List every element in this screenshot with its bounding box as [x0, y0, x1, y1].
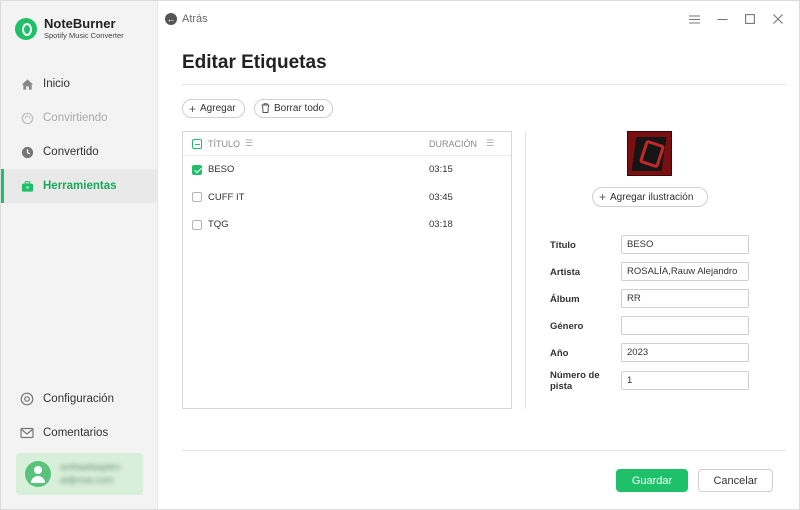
genre-label: Género: [550, 321, 584, 332]
app-window: NoteBurner Spotify Music Converter Inici…: [0, 0, 800, 510]
sidebar: NoteBurner Spotify Music Converter Inici…: [1, 1, 158, 509]
toolbox-icon: [20, 179, 34, 193]
sidebar-item-configuracion[interactable]: Configuración: [1, 382, 157, 416]
home-icon: [20, 77, 34, 91]
column-header-duration[interactable]: DURACIÓN: [429, 139, 477, 149]
track-duration: 03:15: [429, 164, 453, 176]
back-button[interactable]: ← Atrás: [165, 13, 208, 25]
album-field[interactable]: [621, 289, 749, 308]
table-row[interactable]: BESO 03:15: [183, 156, 511, 184]
artist-field[interactable]: [621, 262, 749, 281]
album-cover-image: [627, 131, 672, 176]
plus-icon: +: [189, 101, 197, 116]
mail-icon: [20, 426, 34, 440]
year-label: Año: [550, 348, 569, 359]
track-duration: 03:45: [429, 191, 453, 203]
add-button[interactable]: + Agregar: [182, 99, 245, 118]
back-arrow-icon: ←: [165, 13, 177, 25]
track-list-header: TÍTULO ☰ DURACIÓN ☰: [183, 132, 511, 156]
track-number-field[interactable]: [621, 371, 749, 390]
vertical-divider: [525, 131, 526, 409]
sidebar-item-label: Comentarios: [43, 427, 109, 439]
sidebar-bottom-nav: Configuración Comentarios: [1, 382, 157, 450]
sort-icon[interactable]: ☰: [245, 138, 253, 149]
app-name: NoteBurner: [44, 16, 116, 31]
sidebar-item-label: Herramientas: [43, 180, 117, 192]
sidebar-item-label: Convertido: [43, 146, 99, 158]
track-title: CUFF IT: [208, 191, 245, 203]
title-field[interactable]: [621, 235, 749, 254]
select-all-checkbox[interactable]: [192, 138, 202, 149]
sort-icon[interactable]: ☰: [486, 138, 494, 149]
maximize-icon[interactable]: [743, 12, 757, 26]
divider: [182, 84, 786, 85]
title-label: Título: [550, 240, 576, 251]
clock-icon: [20, 145, 34, 159]
minimize-icon[interactable]: [715, 12, 729, 26]
sidebar-item-convirtiendo[interactable]: Convirtiendo: [1, 101, 157, 135]
track-list: TÍTULO ☰ DURACIÓN ☰ BESO 03:15 CUFF IT 0…: [182, 131, 512, 409]
window-controls: [687, 12, 785, 26]
row-checkbox[interactable]: [192, 192, 202, 203]
track-title: TQG: [208, 219, 229, 231]
year-field[interactable]: [621, 343, 749, 362]
track-title: BESO: [208, 164, 235, 176]
noteburner-logo-icon: [15, 18, 37, 40]
avatar: [25, 461, 51, 487]
sidebar-item-label: Inicio: [43, 78, 70, 90]
sidebar-item-label: Convirtiendo: [43, 112, 108, 124]
divider: [182, 450, 786, 451]
column-header-title[interactable]: TÍTULO: [208, 139, 240, 149]
close-icon[interactable]: [771, 12, 785, 26]
sidebar-item-comentarios[interactable]: Comentarios: [1, 416, 157, 450]
save-button[interactable]: Guardar: [616, 469, 688, 492]
menu-icon[interactable]: [687, 12, 701, 26]
cancel-button[interactable]: Cancelar: [698, 469, 773, 492]
sidebar-item-inicio[interactable]: Inicio: [1, 67, 157, 101]
back-label: Atrás: [182, 13, 208, 25]
album-label: Álbum: [550, 294, 580, 305]
gear-icon: [20, 392, 34, 406]
sync-icon: [20, 111, 34, 125]
clear-all-button[interactable]: Borrar todo: [254, 99, 334, 118]
app-subtitle: Spotify Music Converter: [44, 31, 124, 40]
sidebar-item-herramientas[interactable]: Herramientas: [1, 169, 157, 203]
add-artwork-button[interactable]: + Agregar ilustración: [592, 187, 708, 207]
sidebar-item-convertido[interactable]: Convertido: [1, 135, 157, 169]
track-duration: 03:18: [429, 219, 453, 231]
sidebar-item-label: Configuración: [43, 393, 114, 405]
sidebar-nav: Inicio Convirtiendo Convertido Herramien…: [1, 67, 157, 203]
user-email: anthaafaaplen al@mar.com: [60, 462, 121, 486]
track-number-label: Número de pista: [550, 370, 600, 392]
user-account-card[interactable]: anthaafaaplen al@mar.com: [16, 453, 143, 495]
plus-icon: +: [599, 190, 607, 204]
genre-field[interactable]: [621, 316, 749, 335]
artist-label: Artista: [550, 267, 581, 278]
page-title: Editar Etiquetas: [182, 52, 327, 73]
row-checkbox[interactable]: [192, 219, 202, 230]
table-row[interactable]: TQG 03:18: [183, 211, 511, 239]
row-checkbox[interactable]: [192, 164, 202, 175]
logo: NoteBurner Spotify Music Converter: [15, 17, 124, 41]
table-row[interactable]: CUFF IT 03:45: [183, 184, 511, 212]
trash-icon: [261, 102, 270, 116]
